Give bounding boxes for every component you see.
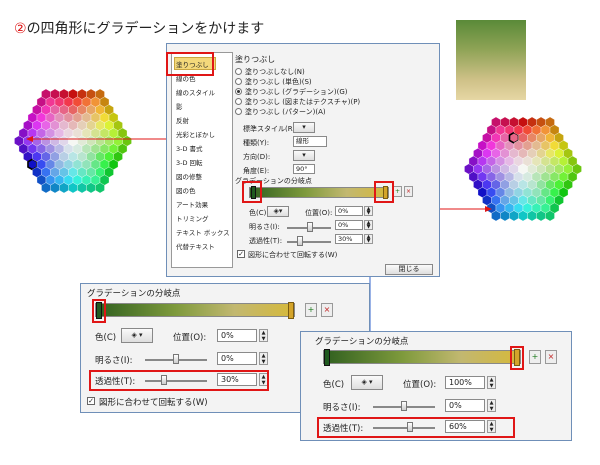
gradient-stops-bar[interactable] [95,303,295,317]
category-item-line-style[interactable]: 線のスタイル [176,87,215,97]
preset-label: 標準スタイル(R): [243,125,298,133]
highlight-fill-category [166,52,214,76]
stops-label: グラデーションの分岐点 [315,337,409,347]
color-label: 色(C) [95,333,117,343]
direction-label: 方向(D): [243,153,271,161]
rotate-with-shape-label: 図形に合わせて回転する(W) [248,251,338,259]
brightness-spinner[interactable]: ▲ ▼ [364,220,373,230]
transparency-slider[interactable] [287,241,331,243]
position-input[interactable]: 100% [445,376,485,389]
rotate-with-shape-label: 図形に合わせて回転する(W) [99,398,208,408]
brightness-input[interactable]: 0% [335,220,363,230]
category-item-reflection[interactable]: 反射 [176,115,189,125]
position-label: 位置(O): [305,209,333,217]
transparency-spinner[interactable]: ▲ ▼ [364,234,373,244]
category-list: 塗りつぶし 線の色 線のスタイル 影 反射 光彩とぼかし 3-D 書式 3-D … [171,52,233,268]
highlight-transparency-row [317,417,515,438]
fill-panel: 塗りつぶし 塗りつぶしなし(N) 塗りつぶし (単色)(S) 塗りつぶし (グラ… [235,52,435,260]
remove-stop-icon[interactable]: × [404,186,413,197]
position-input[interactable]: 0% [217,329,257,342]
category-item-3d-format[interactable]: 3-D 書式 [176,143,203,153]
category-item-picture-corrections[interactable]: 図の修整 [176,171,202,181]
radio-gradient-fill[interactable] [235,88,242,95]
close-button[interactable]: 閉じる [385,264,433,275]
chevron-down-icon: ▾ [302,151,306,159]
remove-stop-icon[interactable]: × [545,350,557,364]
highlight-transparency-row [89,370,269,391]
radio-solid-fill-label: 塗りつぶし (単色)(S) [245,78,312,86]
radio-no-fill[interactable] [235,68,242,75]
add-stop-icon[interactable]: + [305,303,317,317]
format-shape-dialog: 塗りつぶし 線の色 線のスタイル 影 反射 光彩とぼかし 3-D 書式 3-D … [166,43,440,277]
gradient-stop-left[interactable] [324,349,330,366]
category-item-crop[interactable]: トリミング [176,213,209,223]
radio-picture-fill-label: 塗りつぶし (図またはテクスチャ)(P) [245,98,361,106]
rotate-with-shape-checkbox[interactable]: ✓ [87,397,95,405]
radio-pattern-fill[interactable] [235,108,242,115]
category-item-picture-color[interactable]: 図の色 [176,185,196,195]
brightness-label: 明るさ(I): [323,403,361,413]
radio-gradient-fill-label: 塗りつぶし (グラデーション)(G) [245,88,348,96]
remove-stop-icon[interactable]: × [321,303,333,317]
brightness-spinner[interactable]: ▲ ▼ [259,352,268,365]
paint-bucket-icon: ◈▾ [273,207,283,215]
color-label: 色(C) [323,380,345,390]
category-item-3d-rotation[interactable]: 3-D 回転 [176,157,203,167]
highlight-right-stop [374,181,394,203]
brightness-spinner[interactable]: ▲ ▼ [487,399,496,412]
zoom-panel-right-stop: グラデーションの分岐点 + × 色(C) ◈ ▾ 位置(O): 100% ▲ ▼ … [300,331,572,441]
stops-label: グラデーションの分岐点 [87,289,181,299]
section-title: 塗りつぶし [235,55,276,64]
brightness-input[interactable]: 0% [217,352,257,365]
radio-picture-fill[interactable] [235,98,242,105]
position-input[interactable]: 0% [335,206,363,216]
category-item-alt-text[interactable]: 代替テキスト [176,241,215,251]
brightness-slider-thumb[interactable] [401,401,407,411]
brightness-slider-thumb[interactable] [173,354,179,364]
category-item-artistic-effects[interactable]: アート効果 [176,199,208,209]
radio-no-fill-label: 塗りつぶしなし(N) [245,68,305,76]
paint-bucket-icon: ◈ ▾ [131,331,143,339]
category-item-shadow[interactable]: 影 [176,101,183,111]
add-stop-icon[interactable]: + [393,186,402,197]
chevron-down-icon: ▾ [302,123,306,131]
category-item-glow[interactable]: 光彩とぼかし [176,129,215,139]
brightness-input[interactable]: 0% [445,399,485,412]
angle-label: 角度(E): [243,167,270,175]
color-label: 色(C) [249,209,267,217]
position-label: 位置(O): [173,333,207,343]
position-label: 位置(O): [403,380,437,390]
add-stop-icon[interactable]: + [529,350,541,364]
brightness-label: 明るさ(I): [249,223,280,231]
gradient-stops-bar[interactable] [249,187,389,198]
transparency-input[interactable]: 30% [335,234,363,244]
paint-bucket-icon: ◈ ▾ [361,378,373,386]
type-label: 種類(Y): [243,139,270,147]
gradient-stop-right[interactable] [288,302,294,319]
gradient-stops-bar[interactable] [323,350,521,364]
brightness-slider-thumb[interactable] [307,222,313,232]
rotate-with-shape-checkbox[interactable]: ✓ [237,250,245,258]
position-spinner[interactable]: ▲ ▼ [364,206,373,216]
position-spinner[interactable]: ▲ ▼ [487,376,496,389]
highlight-left-stop [92,299,106,323]
color-picker-button[interactable]: ◈▾ [267,206,289,217]
color-picker-button[interactable]: ◈ ▾ [351,375,383,390]
angle-input[interactable]: 90° [293,164,315,174]
type-select[interactable]: 線形 [293,136,327,147]
position-spinner[interactable]: ▲ ▼ [259,329,268,342]
transparency-label: 透過性(T): [249,237,283,245]
preset-dropdown[interactable]: ▾ [293,122,315,133]
transparency-slider-thumb[interactable] [297,236,303,246]
brightness-label: 明るさ(I): [95,356,133,366]
radio-pattern-fill-label: 塗りつぶし (パターン)(A) [245,108,326,116]
arrow-head-right-icon [485,206,492,212]
direction-dropdown[interactable]: ▾ [293,150,315,161]
highlight-right-stop [510,346,524,370]
color-picker-button[interactable]: ◈ ▾ [121,328,153,343]
radio-solid-fill[interactable] [235,78,242,85]
arrow-head-left-icon [26,136,33,142]
category-item-text-box[interactable]: テキスト ボックス [176,227,230,237]
highlight-left-stop [242,181,262,203]
